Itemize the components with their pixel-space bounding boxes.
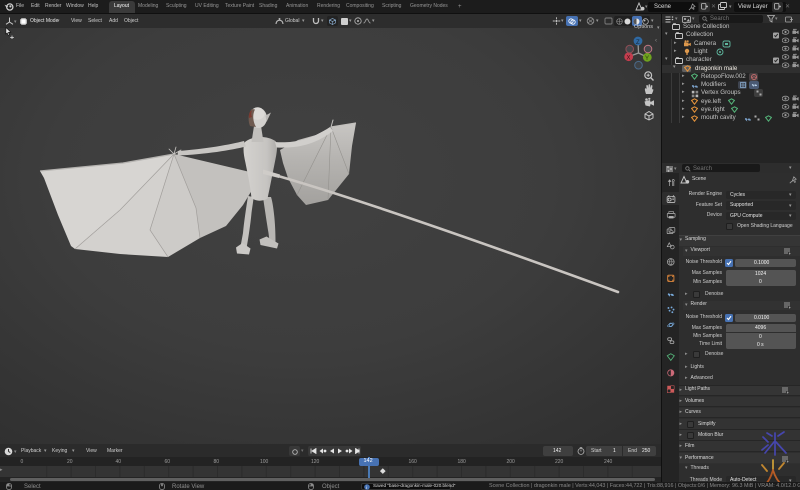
- svg-text:Y: Y: [645, 56, 649, 62]
- svg-text:X: X: [627, 55, 631, 61]
- svg-text:Z: Z: [636, 40, 640, 46]
- svg-text:i: i: [366, 484, 367, 489]
